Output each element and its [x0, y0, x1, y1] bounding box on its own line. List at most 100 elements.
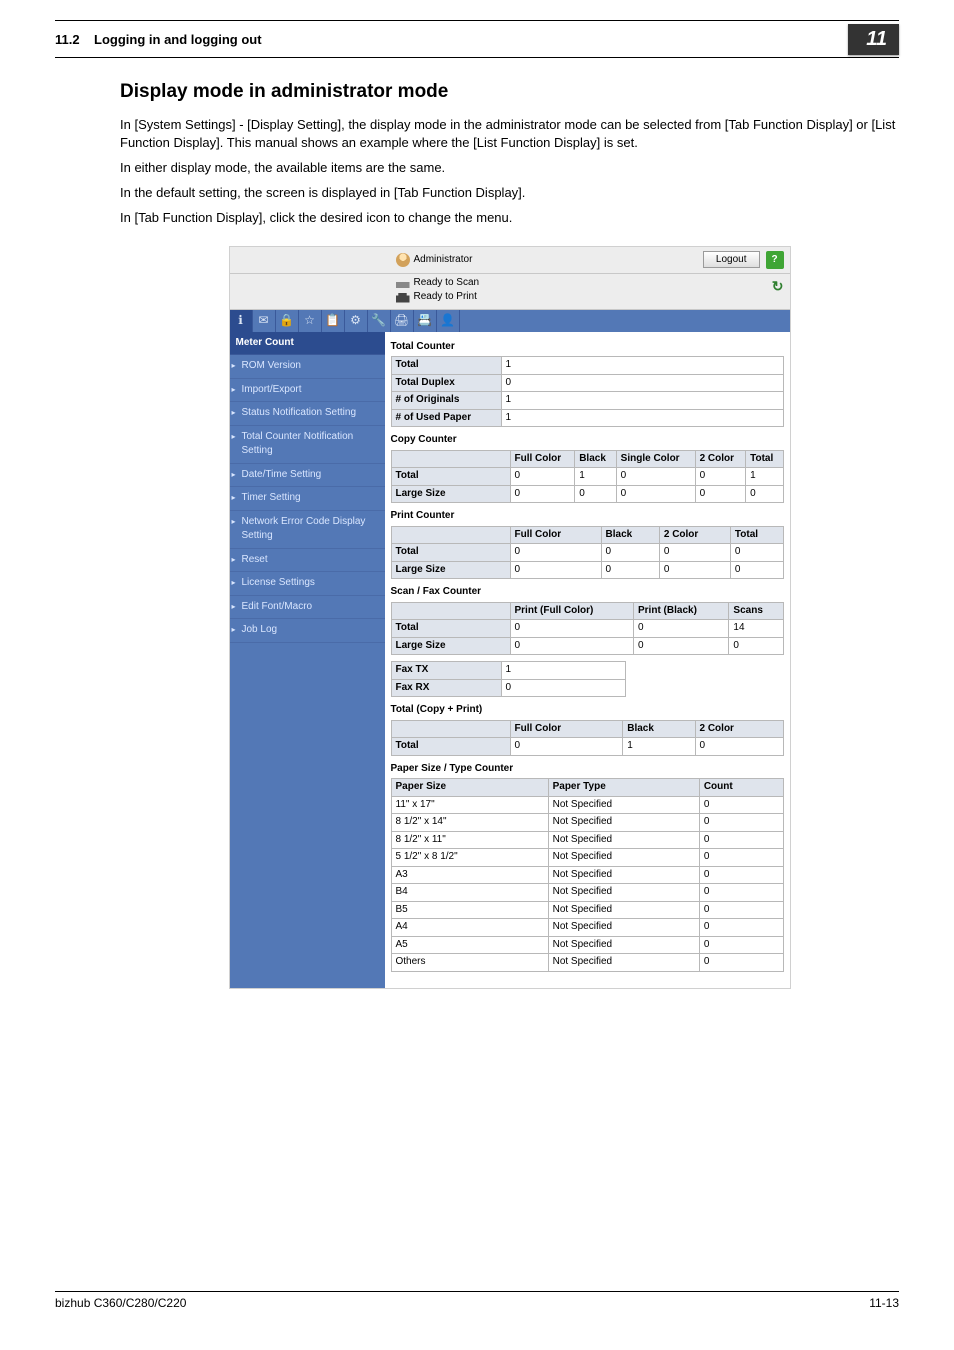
section-number: 11.2	[55, 32, 80, 47]
row-value: 1	[501, 357, 783, 375]
col-header: Black	[575, 450, 616, 468]
cell: 0	[730, 544, 783, 562]
cell: 0	[699, 814, 783, 832]
cell: 0	[699, 831, 783, 849]
cell: Not Specified	[548, 831, 699, 849]
section-title: Scan / Fax Counter	[391, 585, 784, 600]
body-paragraph: In [Tab Function Display], click the des…	[120, 209, 899, 228]
row-label: Total Duplex	[391, 374, 501, 392]
logout-button[interactable]: Logout	[703, 251, 760, 268]
help-icon[interactable]: ?	[766, 251, 784, 269]
cell: 0	[575, 485, 616, 503]
user-role-label: Administrator	[414, 253, 473, 268]
cell: 0	[695, 738, 783, 756]
col-header: Paper Size	[391, 779, 548, 797]
sidebar-item[interactable]: Timer Setting	[230, 487, 385, 511]
body-paragraph: In either display mode, the available it…	[120, 159, 899, 178]
sidebar-item[interactable]: Edit Font/Macro	[230, 596, 385, 620]
cell: 0	[510, 637, 634, 655]
cell: Not Specified	[548, 901, 699, 919]
row-label: Large Size	[391, 561, 510, 579]
user-icon	[396, 253, 410, 267]
tab-icon[interactable]: ℹ	[230, 310, 253, 332]
nav-header[interactable]: Meter Count	[230, 332, 385, 356]
cell: Not Specified	[548, 796, 699, 814]
tab-icon[interactable]: 📋	[322, 310, 345, 332]
admin-mode-screenshot: Administrator Logout ? ↻ Ready to Scan R…	[229, 246, 791, 989]
tab-icon[interactable]: ✉	[253, 310, 276, 332]
tab-icon[interactable]: ☆	[299, 310, 322, 332]
cell: Not Specified	[548, 814, 699, 832]
sidebar-item[interactable]: License Settings	[230, 572, 385, 596]
cell: Not Specified	[548, 954, 699, 972]
cell: Not Specified	[548, 936, 699, 954]
cell: 5 1/2" x 8 1/2"	[391, 849, 548, 867]
cell: 0	[699, 901, 783, 919]
sidebar-item[interactable]: ROM Version	[230, 355, 385, 379]
row-value: 0	[501, 374, 783, 392]
section-title: Copy Counter	[391, 433, 784, 448]
col-header: Full Color	[510, 720, 623, 738]
row-value: 1	[501, 392, 783, 410]
sidebar-item[interactable]: Network Error Code Display Setting	[230, 511, 385, 549]
cell: 0	[699, 849, 783, 867]
cell: 14	[729, 620, 783, 638]
cell: Not Specified	[548, 884, 699, 902]
status-scan: Ready to Scan	[414, 276, 480, 291]
col-header: Black	[601, 526, 659, 544]
tab-icon[interactable]: 🔒	[276, 310, 299, 332]
row-label: Total	[391, 620, 510, 638]
sidebar-item[interactable]: Total Counter Notification Setting	[230, 426, 385, 464]
sidebar-item[interactable]: Job Log	[230, 619, 385, 643]
body-paragraph: In [System Settings] - [Display Setting]…	[120, 116, 899, 154]
section-title: Total (Copy + Print)	[391, 703, 784, 718]
status-print: Ready to Print	[414, 290, 477, 305]
col-header: Paper Type	[548, 779, 699, 797]
section-title: Total Counter	[391, 340, 784, 355]
sidebar-item[interactable]: Reset	[230, 549, 385, 573]
cell: 0	[510, 468, 575, 486]
sidebar-item[interactable]: Status Notification Setting	[230, 402, 385, 426]
cell: Not Specified	[548, 919, 699, 937]
sidebar-item[interactable]: Date/Time Setting	[230, 464, 385, 488]
row-value: 0	[501, 679, 626, 697]
tab-icon[interactable]: 🔧	[368, 310, 391, 332]
tab-strip: ℹ ✉ 🔒 ☆ 📋 ⚙ 🔧 🖨 📇 👤	[230, 310, 790, 332]
col-header: Black	[623, 720, 695, 738]
cell: 0	[634, 637, 729, 655]
row-label: Large Size	[391, 485, 510, 503]
cell: 0	[510, 738, 623, 756]
cell: A4	[391, 919, 548, 937]
cell: 0	[616, 485, 695, 503]
tab-icon[interactable]: ⚙	[345, 310, 368, 332]
cell: A5	[391, 936, 548, 954]
cell: 8 1/2" x 11"	[391, 831, 548, 849]
refresh-icon[interactable]: ↻	[772, 276, 784, 296]
cell: 1	[623, 738, 695, 756]
cell: 0	[729, 637, 783, 655]
col-header: Count	[699, 779, 783, 797]
section-title: Print Counter	[391, 509, 784, 524]
cell: 0	[699, 884, 783, 902]
cell: 0	[699, 796, 783, 814]
tab-icon[interactable]: 👤	[437, 310, 460, 332]
col-header: Scans	[729, 602, 783, 620]
col-header: Full Color	[510, 450, 575, 468]
tab-icon[interactable]: 🖨	[391, 310, 414, 332]
col-header: Print (Black)	[634, 602, 729, 620]
cell: 0	[616, 468, 695, 486]
sidebar-item[interactable]: Import/Export	[230, 379, 385, 403]
tab-icon[interactable]: 📇	[414, 310, 437, 332]
col-header: 2 Color	[659, 526, 730, 544]
footer-model: bizhub C360/C280/C220	[55, 1296, 186, 1310]
col-header	[391, 602, 510, 620]
cell: 0	[695, 485, 746, 503]
cell: 1	[746, 468, 783, 486]
row-label: Total	[391, 738, 510, 756]
row-label: # of Originals	[391, 392, 501, 410]
cell: 0	[699, 936, 783, 954]
scanner-icon	[396, 278, 410, 288]
col-header: Full Color	[510, 526, 601, 544]
cell: Not Specified	[548, 866, 699, 884]
col-header	[391, 526, 510, 544]
